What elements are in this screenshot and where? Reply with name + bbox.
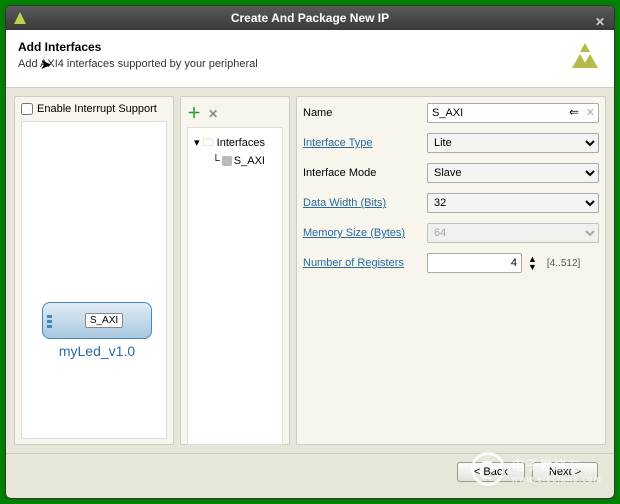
label-interface-mode: Interface Mode	[303, 167, 421, 179]
port-pins-icon	[47, 315, 52, 328]
label-data-width[interactable]: Data Width (Bits)	[303, 197, 421, 209]
expand-icon[interactable]: ▾	[194, 137, 200, 149]
vendor-logo-icon	[568, 40, 602, 77]
spinner-buttons-icon[interactable]: ▲▼	[528, 255, 537, 271]
block-canvas[interactable]: S_AXI myLed_v1.0	[21, 121, 167, 439]
folder-icon: 🗀	[203, 137, 214, 149]
tree-item-label: S_AXI	[234, 155, 265, 167]
properties-panel: Name ⇐ ✕ Interface Type Lite Interface M…	[296, 96, 606, 445]
app-icon	[12, 10, 28, 26]
cursor-icon: ➤	[40, 56, 52, 73]
row-data-width: Data Width (Bits) 32	[303, 193, 599, 213]
data-width-select[interactable]: 32	[427, 193, 599, 213]
close-icon[interactable]: ✕	[592, 10, 608, 26]
row-interface-type: Interface Type Lite	[303, 133, 599, 153]
watermark: 电子发烧友 www.elecfans.com	[471, 452, 602, 486]
row-name: Name ⇐ ✕	[303, 103, 599, 123]
enable-interrupt-label: Enable Interrupt Support	[37, 103, 157, 115]
num-registers-hint: [4..512]	[547, 258, 580, 269]
ip-box: S_AXI	[42, 302, 152, 339]
tree-root-label: Interfaces	[217, 137, 265, 149]
ip-port-label: S_AXI	[85, 313, 123, 328]
tree-panel: ＋ ✕ ▾ 🗀 Interfaces └ S_AXI	[180, 96, 290, 445]
interface-icon	[222, 156, 232, 166]
page-subtitle: Add AXI4 interfaces supported by your pe…	[18, 58, 602, 70]
wizard-header: Add Interfaces Add AXI4 interfaces suppo…	[6, 30, 614, 88]
interface-type-select[interactable]: Lite	[427, 133, 599, 153]
tree-root[interactable]: ▾ 🗀 Interfaces	[192, 134, 278, 153]
tree-item-saxi[interactable]: └ S_AXI	[192, 155, 278, 167]
label-interface-type[interactable]: Interface Type	[303, 137, 421, 149]
main-content: Enable Interrupt Support S_AXI myLed_v1.…	[6, 88, 614, 453]
left-panel: Enable Interrupt Support S_AXI myLed_v1.…	[14, 96, 174, 445]
row-num-registers: Number of Registers ▲▼ [4..512]	[303, 253, 599, 273]
page-title: Add Interfaces	[18, 40, 602, 54]
window-title: Create And Package New IP	[231, 11, 389, 25]
row-interface-mode: Interface Mode Slave	[303, 163, 599, 183]
watermark-logo-icon	[471, 452, 505, 486]
delete-icon[interactable]: ✕	[208, 107, 218, 121]
enable-interrupt-checkbox[interactable]	[21, 103, 33, 115]
watermark-text: 电子发烧友 www.elecfans.com	[511, 455, 602, 484]
row-memory-size: Memory Size (Bytes) 64	[303, 223, 599, 243]
ip-name: myLed_v1.0	[42, 343, 152, 359]
interfaces-tree[interactable]: ▾ 🗀 Interfaces └ S_AXI	[187, 127, 283, 445]
num-registers-spinner[interactable]	[427, 253, 522, 273]
label-name: Name	[303, 107, 421, 119]
clear-name-icon[interactable]: ✕	[586, 106, 595, 119]
name-input[interactable]	[427, 103, 599, 123]
enable-interrupt-row[interactable]: Enable Interrupt Support	[21, 103, 167, 115]
label-memory-size[interactable]: Memory Size (Bytes)	[303, 227, 421, 239]
interface-mode-select[interactable]: Slave	[427, 163, 599, 183]
tree-toolbar: ＋ ✕	[187, 103, 283, 123]
title-bar: Create And Package New IP ✕	[6, 6, 614, 30]
add-icon[interactable]: ＋	[187, 105, 201, 121]
label-num-registers[interactable]: Number of Registers	[303, 257, 421, 269]
ip-block[interactable]: S_AXI myLed_v1.0	[42, 302, 152, 359]
dialog-window: Create And Package New IP ✕ Add Interfac…	[5, 5, 615, 499]
memory-size-select: 64	[427, 223, 599, 243]
tree-branch-icon: └	[212, 155, 220, 167]
